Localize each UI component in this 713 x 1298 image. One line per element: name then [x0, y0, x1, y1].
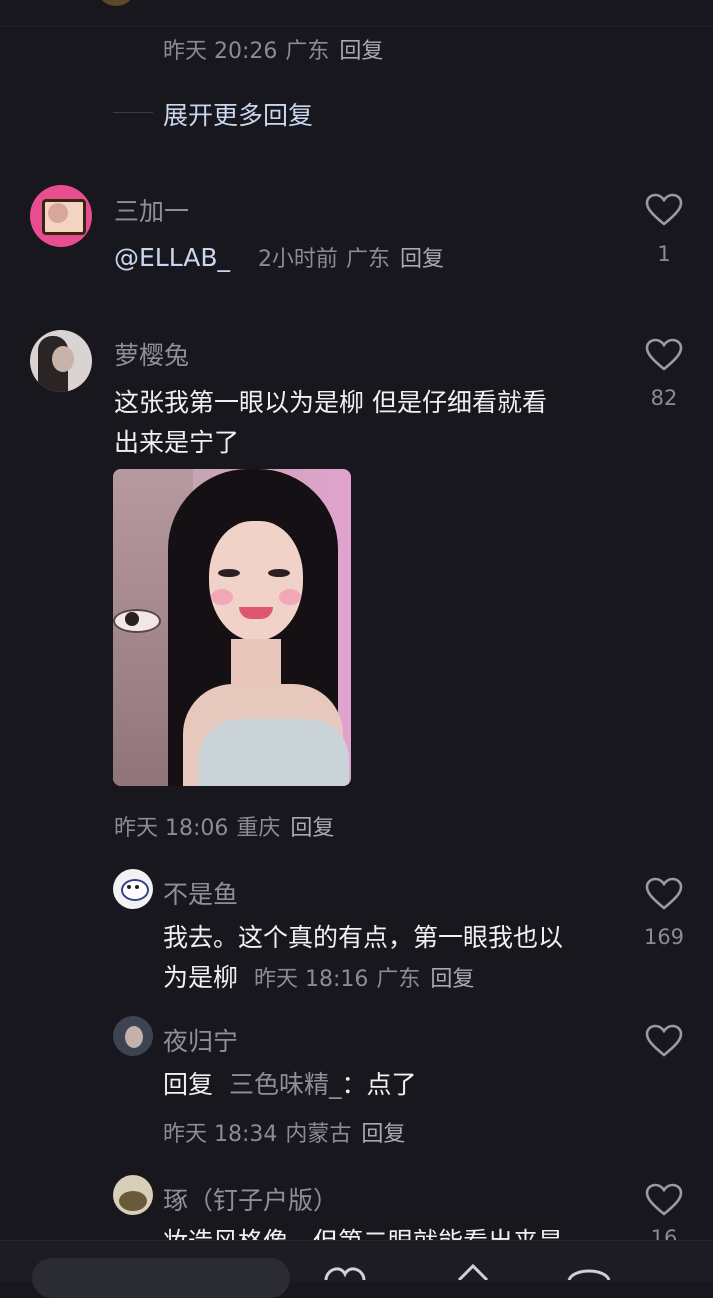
reply-location: 广东	[376, 967, 421, 992]
comment-text-line: 这张我第一眼以为是柳 但是仔细看就看	[114, 388, 547, 417]
reply-body: ：点了	[341, 1070, 417, 1099]
comment-image[interactable]	[113, 469, 351, 786]
reply-meta: 昨天 18:34 内蒙古 回复	[163, 1116, 405, 1148]
previous-avatar-fragment	[96, 0, 136, 6]
divider-top	[0, 26, 713, 27]
at-mention-icon[interactable]	[455, 1264, 491, 1280]
avatar[interactable]	[30, 185, 92, 247]
expand-divider	[113, 112, 153, 113]
avatar[interactable]	[30, 330, 92, 392]
like-count: 82	[650, 386, 678, 410]
reply-to-user[interactable]: 三色味精_	[229, 1070, 342, 1099]
avatar[interactable]	[113, 1016, 153, 1056]
reply-button[interactable]: 回复	[361, 1122, 405, 1147]
reply-time: 昨天 20:26	[163, 39, 278, 64]
heart-icon[interactable]	[645, 877, 683, 911]
reply-text: 回复 三色味精_：点了	[163, 1065, 417, 1105]
reply-text-line: 我去。这个真的有点，第一眼我也以	[163, 923, 564, 952]
comment-location: 重庆	[236, 816, 281, 841]
heart-icon[interactable]	[645, 338, 683, 372]
comment-location: 广东	[345, 247, 390, 272]
reply-button[interactable]: 回复	[339, 39, 383, 64]
reply-time: 昨天 18:16	[253, 967, 369, 992]
reply-author[interactable]: 琢（钉子户版）	[163, 1181, 338, 1217]
heart-icon[interactable]	[645, 193, 683, 227]
mention-link[interactable]: @ELLAB_	[114, 243, 230, 272]
like-count-partial: 16	[650, 1226, 678, 1240]
like-count: 1	[657, 242, 671, 266]
reply-time: 昨天 18:34	[163, 1122, 278, 1147]
comment-meta: 昨天 18:06 重庆 回复	[114, 810, 334, 842]
like-count: 169	[643, 925, 685, 949]
reply-text: 我去。这个真的有点，第一眼我也以 为是柳 昨天 18:16 广东 回复	[163, 918, 623, 1000]
reply-text-partial: 妆造风格像，但第二眼就能看出来是	[163, 1222, 563, 1240]
heart-icon[interactable]	[645, 1024, 683, 1058]
reply-button[interactable]: 回复	[430, 967, 474, 992]
reply-location: 广东	[285, 39, 330, 64]
comment-row: @ELLAB_ 2小时前 广东 回复	[114, 241, 444, 273]
comment-text-line: 出来是宁了	[114, 428, 240, 457]
image-icon[interactable]	[565, 1264, 613, 1280]
avatar[interactable]	[113, 1175, 153, 1215]
comment-time: 2小时前	[257, 247, 338, 272]
reply-prefix: 回复	[163, 1070, 214, 1099]
reply-text-line: 为是柳	[163, 963, 239, 992]
reply-button[interactable]: 回复	[400, 247, 444, 272]
comment-author[interactable]: 三加一	[114, 192, 189, 228]
reply-author[interactable]: 不是鱼	[163, 875, 238, 911]
reply-author[interactable]: 夜归宁	[163, 1022, 238, 1058]
reply-location: 内蒙古	[285, 1122, 352, 1147]
avatar[interactable]	[113, 869, 153, 909]
comment-input[interactable]	[32, 1258, 290, 1298]
comment-time: 昨天 18:06	[114, 816, 229, 841]
emoji-icon[interactable]	[320, 1266, 370, 1280]
heart-icon[interactable]	[645, 1183, 683, 1217]
reply-button[interactable]: 回复	[290, 816, 334, 841]
expand-more-replies[interactable]: 展开更多回复	[163, 96, 313, 132]
comment-text: 这张我第一眼以为是柳 但是仔细看就看 出来是宁了	[114, 383, 614, 463]
comment-author[interactable]: 萝樱兔	[114, 336, 189, 372]
reply-meta: 昨天 20:26 广东 回复	[163, 33, 383, 65]
